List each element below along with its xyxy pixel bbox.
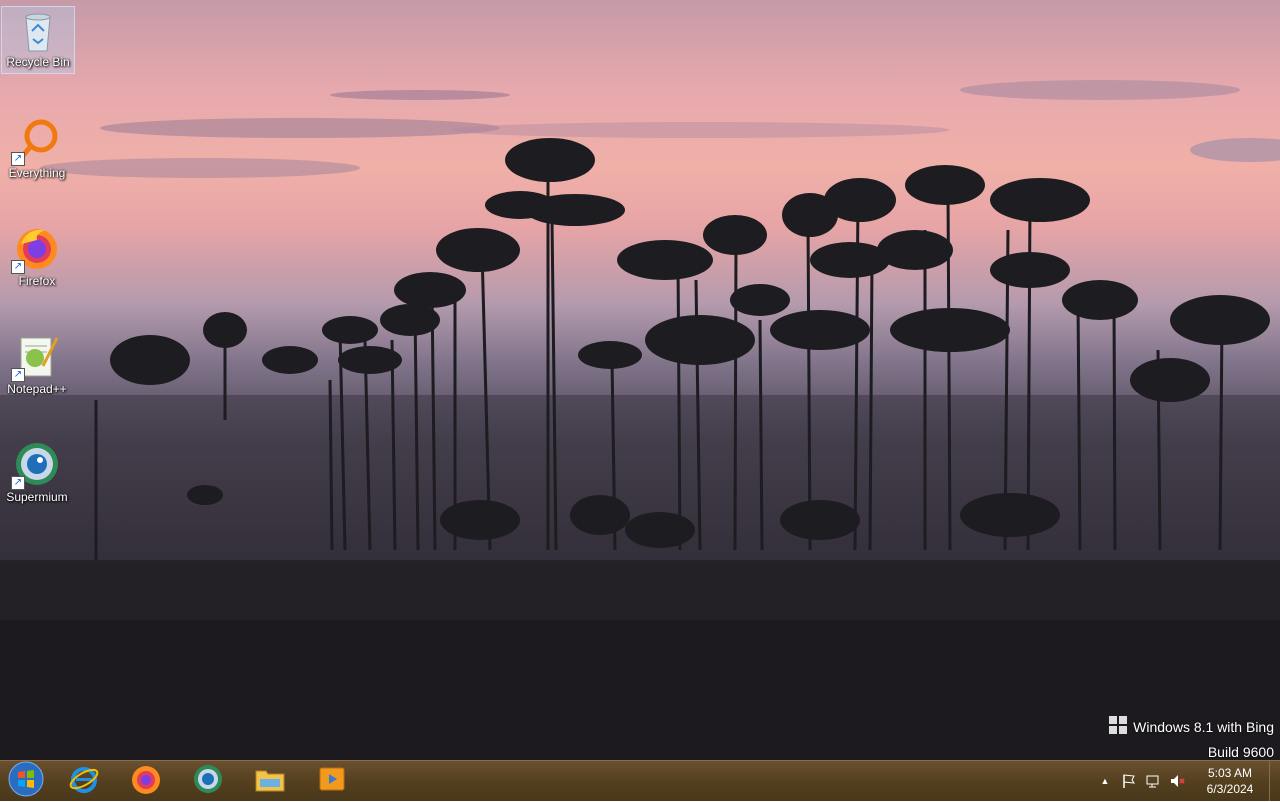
system-tray: ▲ 5:03 AM 6/3/2024 [1093, 761, 1280, 801]
taskbar-internet-explorer[interactable] [58, 763, 110, 799]
notepad-plus-plus-icon: ↗ [11, 332, 61, 382]
start-button[interactable] [0, 761, 52, 802]
firefox-icon [130, 763, 162, 800]
show-hidden-icons-button[interactable]: ▲ [1095, 771, 1115, 791]
desktop-icon-recycle-bin[interactable]: Recycle Bin [1, 6, 75, 74]
desktop-icon-label: Supermium [6, 490, 68, 504]
taskbar-file-explorer[interactable] [244, 763, 296, 799]
shortcut-arrow-icon: ↗ [11, 368, 25, 382]
shortcut-arrow-icon: ↗ [11, 476, 25, 490]
media-player-icon [317, 764, 347, 799]
file-explorer-icon [254, 763, 286, 800]
show-desktop-button[interactable] [1269, 761, 1280, 801]
desktop-icon-label: Firefox [18, 274, 56, 288]
windows-start-icon [8, 761, 44, 802]
supermium-icon [192, 763, 224, 800]
taskbar-firefox[interactable] [120, 763, 172, 799]
windows-watermark: Windows 8.1 with Bing Build 9600 [1109, 716, 1274, 764]
windows-logo-icon [1109, 716, 1128, 741]
clock-date: 6/3/2024 [1206, 782, 1254, 796]
recycle-bin-icon [18, 9, 58, 53]
wallpaper-scene [0, 80, 1280, 760]
taskbar: ▲ 5:03 AM 6/3/2024 [0, 760, 1280, 801]
clock-time: 5:03 AM [1207, 766, 1253, 780]
watermark-edition: Windows 8.1 with Bing [1133, 719, 1274, 735]
taskbar-supermium[interactable] [182, 763, 234, 799]
volume-muted-icon[interactable] [1167, 771, 1187, 791]
taskbar-media-player[interactable] [306, 763, 358, 799]
desktop-icon-label: Recycle Bin [6, 55, 70, 69]
desktop-wallpaper [0, 0, 1280, 760]
chevron-up-icon: ▲ [1100, 776, 1110, 786]
desktop-icon-everything[interactable]: ↗ Everything [1, 112, 73, 180]
internet-explorer-icon [68, 763, 100, 800]
supermium-icon: ↗ [11, 440, 61, 490]
taskbar-clock[interactable]: 5:03 AM 6/3/2024 [1195, 765, 1265, 797]
shortcut-arrow-icon: ↗ [11, 152, 25, 166]
desktop-icon-supermium[interactable]: ↗ Supermium [1, 436, 73, 504]
firefox-icon: ↗ [11, 224, 61, 274]
desktop-icon-firefox[interactable]: ↗ Firefox [1, 220, 73, 288]
desktop-icon-label: Notepad++ [7, 382, 67, 396]
shortcut-arrow-icon: ↗ [11, 260, 25, 274]
desktop-icon-notepad-plus-plus[interactable]: ↗ Notepad++ [1, 328, 73, 396]
network-icon[interactable] [1143, 771, 1163, 791]
action-center-flag-icon[interactable] [1119, 771, 1139, 791]
desktop-icon-label: Everything [8, 166, 66, 180]
everything-search-icon: ↗ [11, 116, 61, 166]
